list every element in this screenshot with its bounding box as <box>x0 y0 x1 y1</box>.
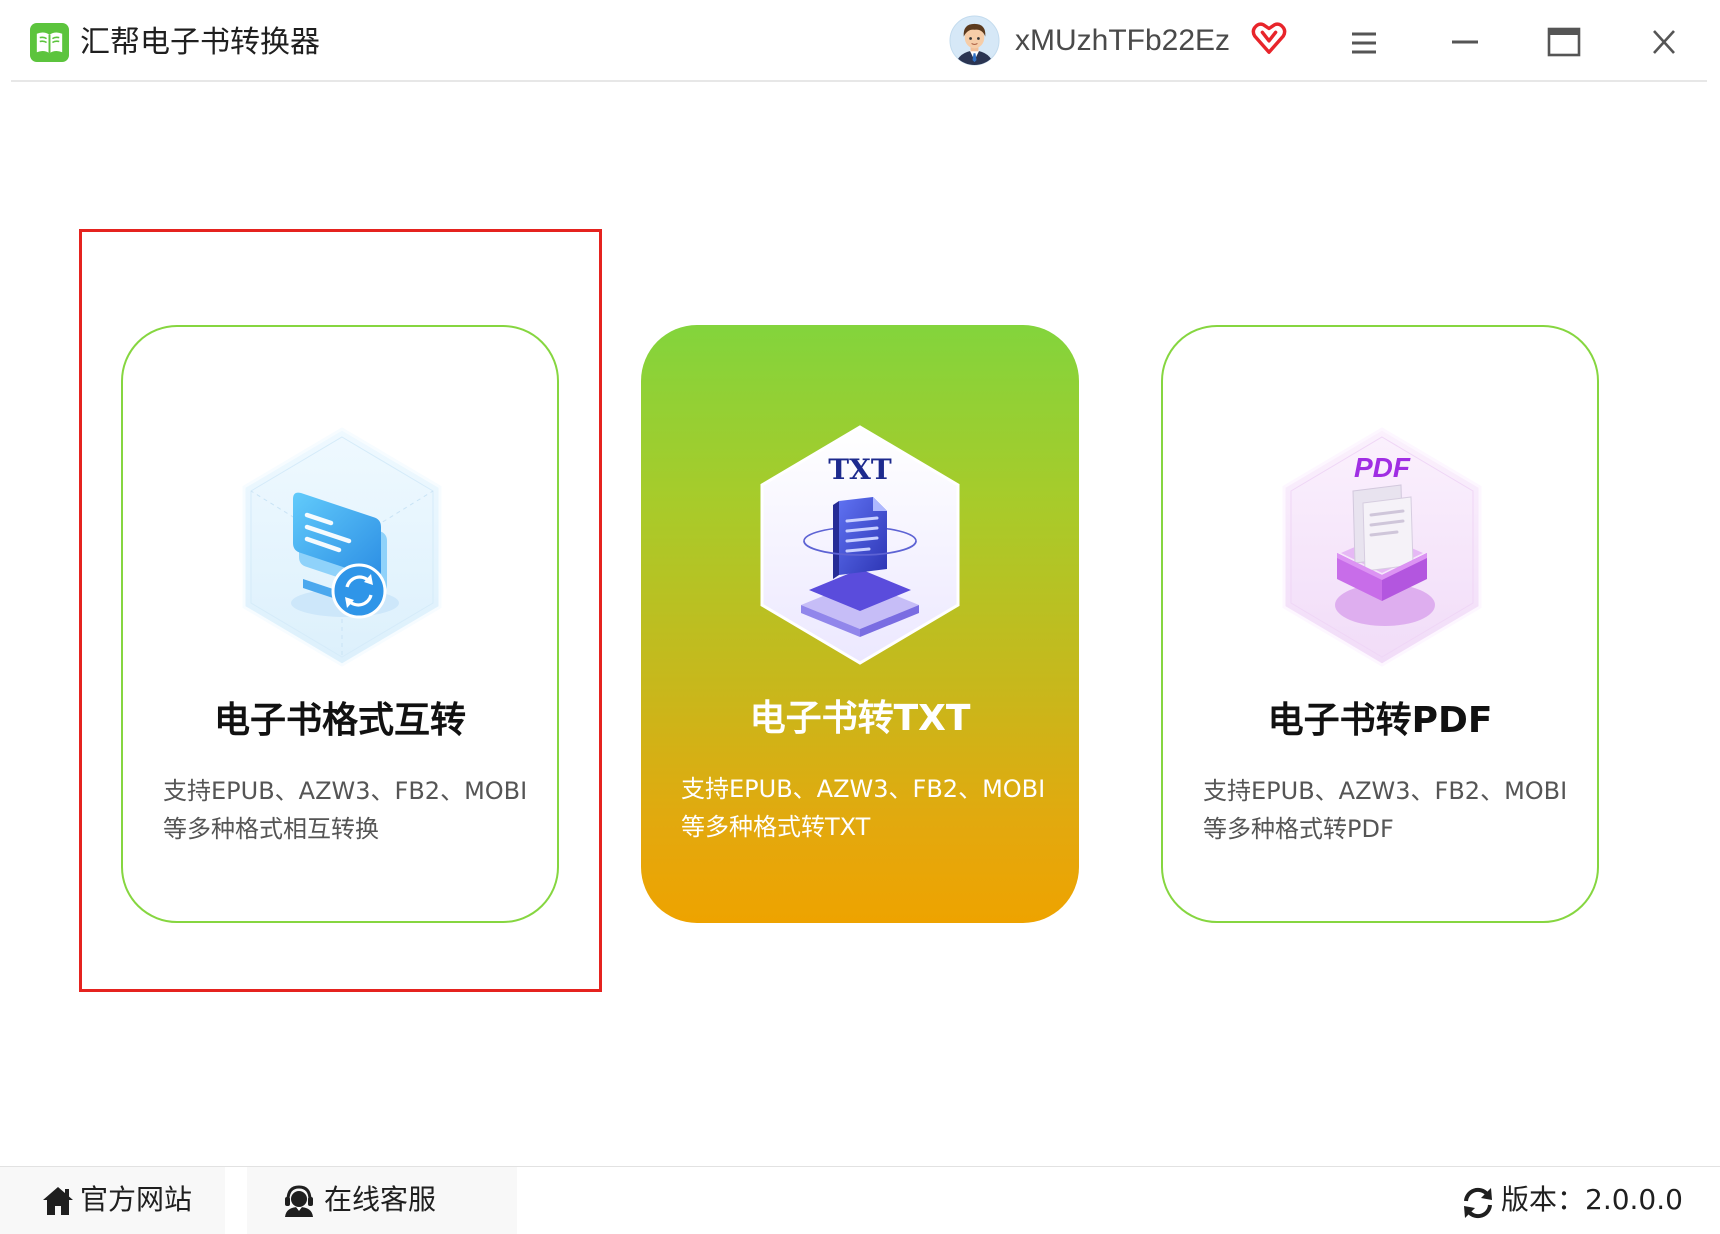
selection-highlight <box>79 229 602 992</box>
card-to-txt[interactable]: TXT 电子书转TXT 支持EPUB、AZW3、FB2、MOBI 等多种格式转T… <box>641 325 1079 923</box>
minimize-button[interactable] <box>1447 27 1483 59</box>
card-title: 电子书转TXT <box>749 698 971 739</box>
maximize-icon <box>1547 27 1581 57</box>
book-logo-icon <box>30 23 69 62</box>
titlebar-divider <box>11 80 1707 82</box>
txt-document-icon: TXT <box>760 425 960 665</box>
refresh-icon <box>1464 1187 1492 1219</box>
app-title: 汇帮电子书转换器 <box>80 25 320 60</box>
online-support-label: 在线客服 <box>324 1183 437 1216</box>
pdf-tray-icon: PDF <box>1282 427 1482 667</box>
user-avatar-icon <box>949 15 1000 66</box>
version-label: 版本：2.0.0.0 <box>1501 1183 1683 1216</box>
official-website-label: 官方网站 <box>80 1183 193 1216</box>
minimize-icon <box>1452 40 1478 44</box>
version-check-update[interactable]: 版本：2.0.0.0 <box>1455 1167 1685 1234</box>
card-desc-line1: 支持EPUB、AZW3、FB2、MOBI <box>681 775 1046 803</box>
online-support-link[interactable]: 在线客服 <box>247 1167 517 1234</box>
customer-service-icon <box>285 1185 313 1217</box>
user-avatar[interactable] <box>949 15 1000 66</box>
close-button[interactable] <box>1646 26 1682 58</box>
vip-badge[interactable] <box>1250 19 1288 57</box>
txt-label: TXT <box>828 453 892 486</box>
close-icon <box>1653 30 1675 54</box>
maximize-button[interactable] <box>1546 26 1582 58</box>
pdf-label: PDF <box>1354 452 1411 483</box>
card-title: 电子书转PDF <box>1267 700 1493 741</box>
card-desc-line2: 等多种格式转TXT <box>681 813 871 841</box>
username[interactable]: xMUzhTFb22Ez <box>1015 21 1230 61</box>
official-website-link[interactable]: 官方网站 <box>0 1167 225 1234</box>
card-to-pdf[interactable]: PDF 电子书转PDF 支持EPUB、AZW3、FB2、MOBI 等多种格式转P… <box>1161 325 1599 923</box>
app-logo-icon <box>30 23 69 62</box>
menu-icon <box>1352 32 1376 54</box>
card-desc-line1: 支持EPUB、AZW3、FB2、MOBI <box>1203 777 1568 805</box>
vip-badge-icon <box>1251 22 1287 54</box>
home-icon <box>43 1187 73 1215</box>
menu-button[interactable] <box>1346 27 1382 59</box>
card-desc-line2: 等多种格式转PDF <box>1203 815 1394 843</box>
